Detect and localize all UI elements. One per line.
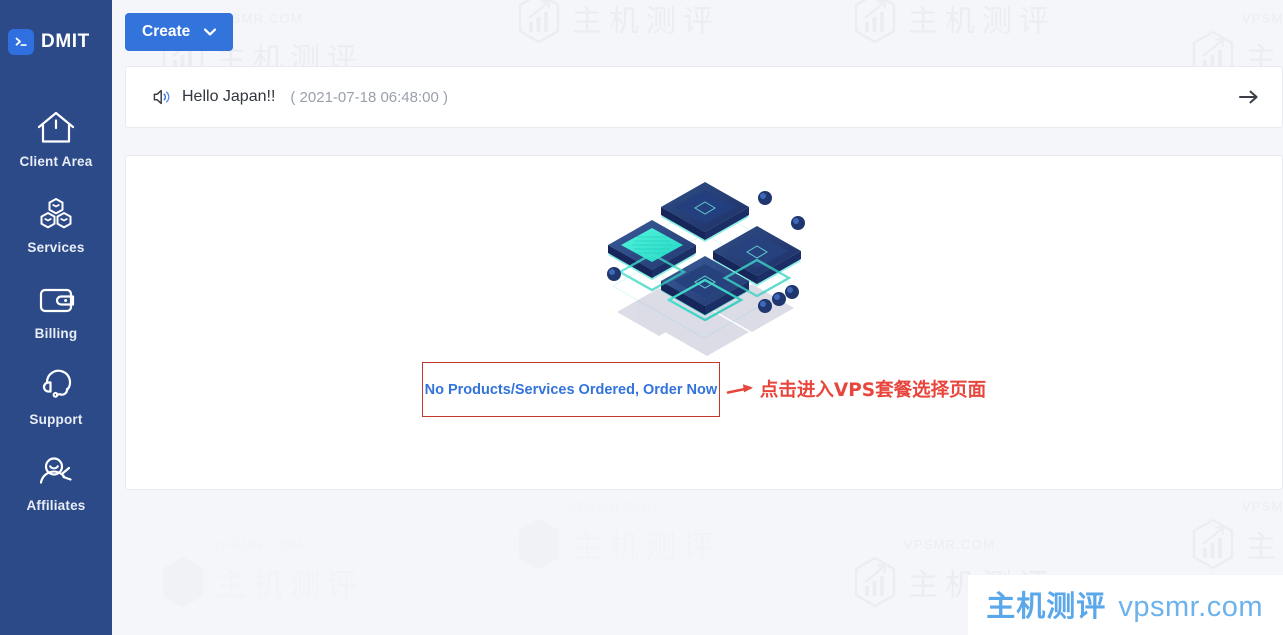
order-row: No Products/Services Ordered, Order Now … <box>421 362 986 417</box>
hexagon-chart-logo-icon <box>852 556 898 608</box>
brandmark-en: vpsmr.com <box>1118 591 1263 623</box>
watermark-cn: 主机测评 <box>572 530 720 565</box>
sidebar-item-label: Support <box>29 412 83 427</box>
announcement-card[interactable]: Hello Japan!! ( 2021-07-18 06:48:00 ) <box>125 66 1283 128</box>
watermark-en: VPSMR.COM <box>1242 499 1283 514</box>
announcement-title: Hello Japan!! <box>182 88 276 105</box>
create-button-label: Create <box>142 23 191 40</box>
hexagon-cubes-icon <box>35 192 77 236</box>
content-area: Hello Japan!! ( 2021-07-18 06:48:00 ) No… <box>112 66 1283 490</box>
order-highlight-box[interactable]: No Products/Services Ordered, Order Now <box>421 362 720 417</box>
app-root: DMIT Client Area Services Billing Suppor… <box>0 0 1283 635</box>
wallet-icon <box>35 278 77 322</box>
sidebar-item-services[interactable]: Services <box>0 179 112 265</box>
sidebar-item-label: Affiliates <box>26 498 86 513</box>
main-content: 主机测评VPSMR.COM主机测评VPSMR.COM主机测评VPSMR.COM主… <box>112 0 1283 635</box>
sidebar-item-label: Billing <box>34 326 78 341</box>
hexagon-chart-logo-icon <box>516 518 562 570</box>
sidebar-item-label: Client Area <box>19 154 93 169</box>
watermark-en: VPSMR.COM <box>212 537 303 552</box>
sidebar-item-support[interactable]: Support <box>0 351 112 437</box>
chevron-down-icon <box>204 26 217 38</box>
isometric-server-stack-illustration <box>589 168 819 368</box>
brand-name: DMIT <box>41 31 90 52</box>
speaker-volume-icon <box>152 88 172 106</box>
person-network-icon <box>35 450 77 494</box>
sidebar-item-label: Services <box>27 240 85 255</box>
empty-state-card: No Products/Services Ordered, Order Now … <box>125 155 1283 490</box>
terminal-prompt-icon <box>8 29 34 55</box>
hexagon-chart-logo-icon <box>1190 518 1236 570</box>
sidebar-item-client-area[interactable]: Client Area <box>0 93 112 179</box>
hexagon-chart-logo-icon <box>160 556 206 608</box>
watermark-tile: 主机测评 VPSMR.COM <box>160 537 364 608</box>
sidebar-nav: Client Area Services Billing Support Aff… <box>0 93 112 523</box>
brand[interactable]: DMIT <box>0 0 112 55</box>
site-brandmark: 主机测评 vpsmr.com <box>968 575 1283 635</box>
announcement-text-group: Hello Japan!! ( 2021-07-18 06:48:00 ) <box>152 88 1238 106</box>
watermark-tile: 主机测评 VPSMR.COM <box>1190 499 1283 570</box>
arrow-right-icon[interactable] <box>1238 88 1260 106</box>
watermark-cn: 主机测评 <box>216 568 364 603</box>
watermark-en: VPSMR.COM <box>904 537 995 552</box>
order-now-link[interactable]: No Products/Services Ordered, Order Now <box>425 382 718 398</box>
annotation-text: 点击进入VPS套餐选择页面 <box>759 379 987 401</box>
toolbar: Create <box>112 0 1283 66</box>
brandmark-cn: 主机测评 <box>986 589 1107 623</box>
create-button[interactable]: Create <box>125 13 234 51</box>
home-icon <box>35 106 77 150</box>
watermark-en: VPSMR.COM <box>568 499 659 514</box>
sidebar-item-affiliates[interactable]: Affiliates <box>0 437 112 523</box>
announcement-date: ( 2021-07-18 06:48:00 ) <box>290 88 449 106</box>
sidebar-item-billing[interactable]: Billing <box>0 265 112 351</box>
watermark-cn: 主机测评 <box>1246 530 1283 565</box>
watermark-tile: 主机测评 VPSMR.COM <box>516 499 720 570</box>
red-arrow-right-icon <box>726 380 758 398</box>
headset-icon <box>35 364 77 408</box>
sidebar: DMIT Client Area Services Billing Suppor… <box>0 0 112 635</box>
annotation-group: 点击进入VPS套餐选择页面 <box>726 376 986 402</box>
